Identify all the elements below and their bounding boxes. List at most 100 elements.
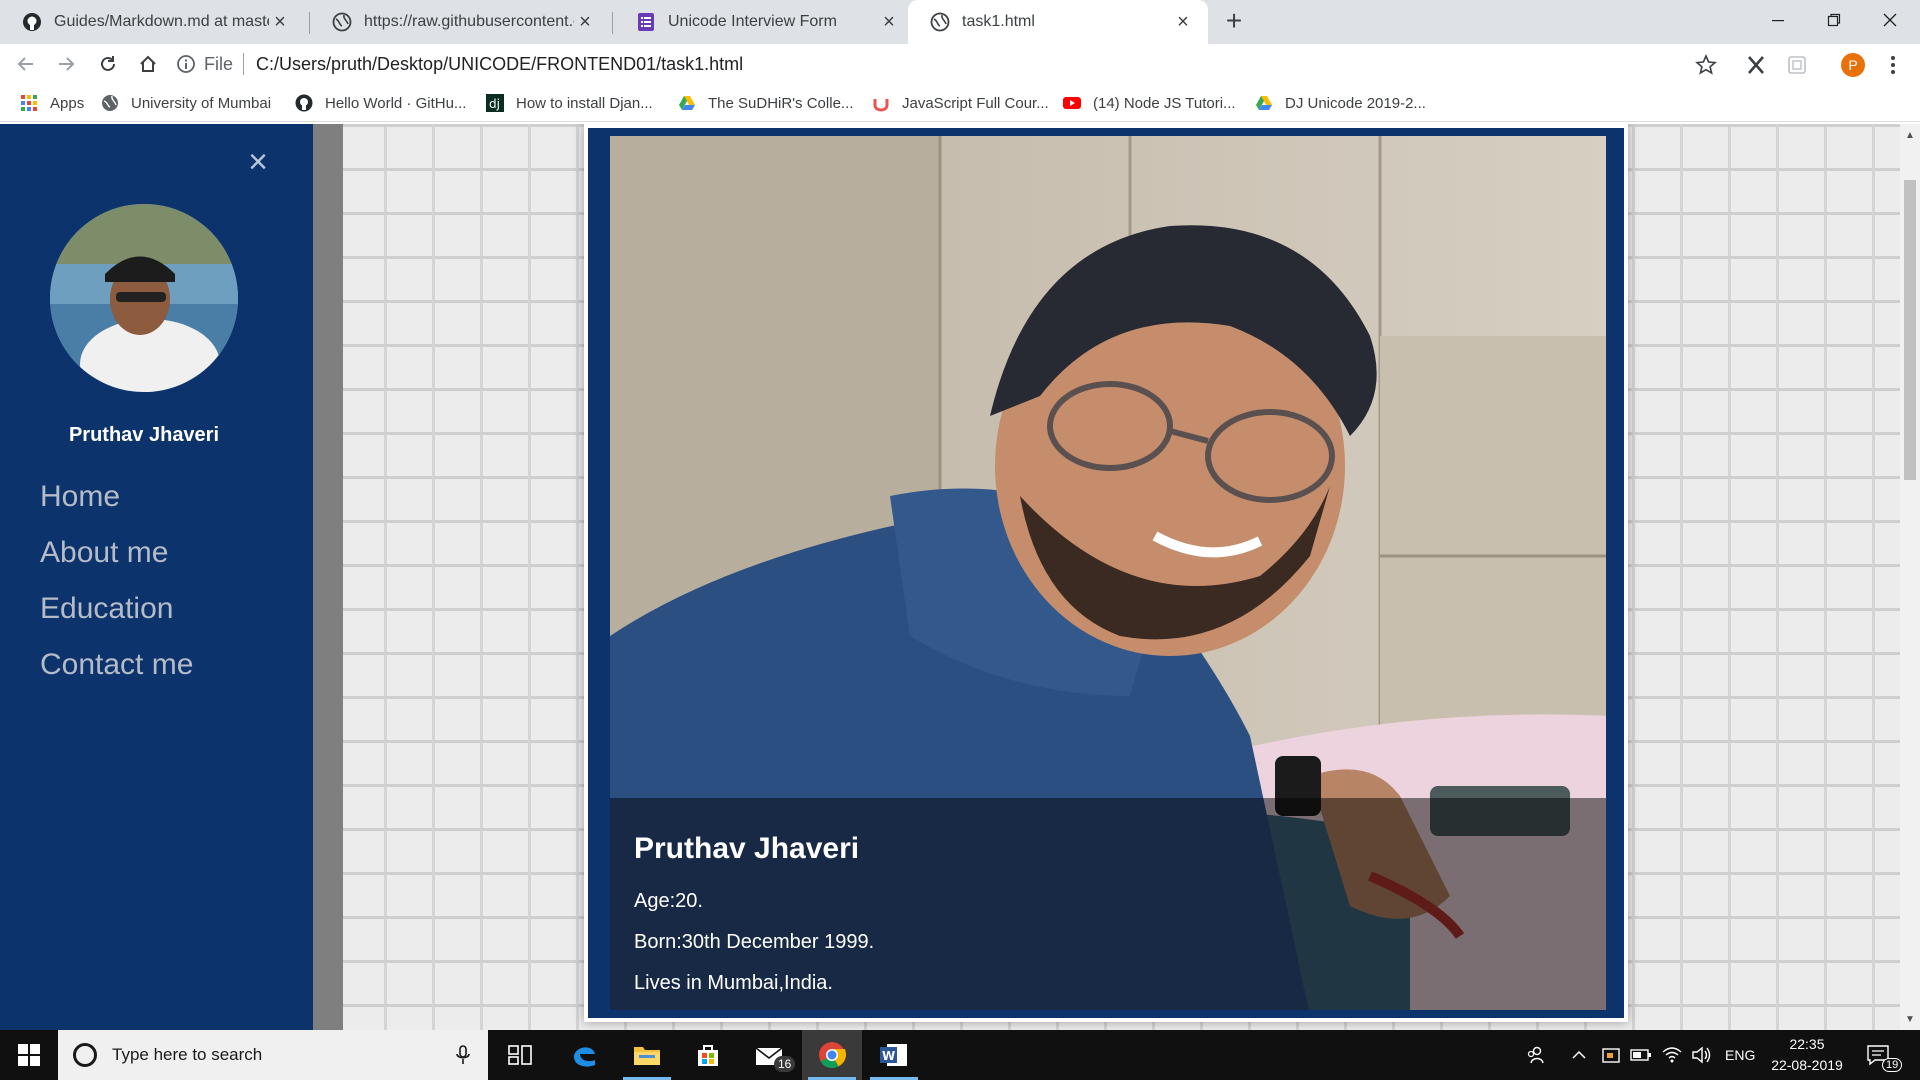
bookmark-label: How to install Djan...	[516, 94, 653, 112]
profile-avatar-button[interactable]: P	[1840, 52, 1866, 78]
taskbar-search-input[interactable]: Type here to search	[58, 1030, 488, 1080]
minimize-icon	[1772, 20, 1784, 22]
cortana-icon	[73, 1043, 97, 1067]
profile-photo: Pruthav Jhaveri Age:20. Born:30th Decemb…	[610, 136, 1606, 1010]
close-sidenav-button[interactable]: ×	[244, 145, 272, 179]
sidebar-item-education[interactable]: Education	[40, 592, 173, 626]
profile-card: Pruthav Jhaveri Age:20. Born:30th Decemb…	[584, 124, 1628, 1022]
bookmark-hello-world-github[interactable]: Hello World · GitHu...	[295, 90, 466, 116]
tab-unicode-interview-form[interactable]: Unicode Interview Form ×	[614, 0, 914, 44]
battery-button[interactable]	[1630, 1030, 1652, 1080]
github-icon	[295, 94, 313, 112]
profile-photo	[50, 204, 238, 392]
svg-text:dj: dj	[489, 97, 500, 111]
store-icon	[698, 1045, 718, 1066]
bookmark-label: (14) Node JS Tutori...	[1093, 94, 1236, 112]
taskbar-mail-button[interactable]: 16	[740, 1030, 800, 1080]
avatar: P	[1841, 53, 1865, 77]
bookmark-node-js-tutorial[interactable]: (14) Node JS Tutori...	[1063, 90, 1236, 116]
microphone-icon[interactable]	[454, 1044, 472, 1066]
clock-time: 22:35	[1789, 1036, 1825, 1052]
info-icon[interactable]	[176, 54, 196, 74]
home-icon	[140, 55, 156, 72]
caption-name: Pruthav Jhaveri	[634, 832, 860, 865]
taskbar-store-button[interactable]	[678, 1030, 738, 1080]
taskbar-clock[interactable]: 22:35 22-08-2019	[1752, 1034, 1862, 1076]
youtube-icon	[1063, 97, 1081, 109]
sidebar-item-about-me[interactable]: About me	[40, 536, 168, 570]
language-label: ENG	[1725, 1047, 1756, 1063]
taskbar-edge-button[interactable]	[554, 1030, 614, 1080]
tab-separator	[612, 12, 613, 34]
scroll-thumb[interactable]	[1904, 180, 1916, 480]
restore-icon	[1827, 13, 1841, 27]
task-view-button[interactable]	[490, 1030, 550, 1080]
globe-icon	[102, 95, 118, 111]
bookmark-label: Apps	[50, 94, 85, 112]
bookmark-label: Hello World · GitHu...	[325, 94, 467, 112]
home-button[interactable]	[134, 50, 162, 78]
tab-github-markdown[interactable]: Guides/Markdown.md at master ×	[0, 0, 305, 44]
globe-icon	[930, 12, 950, 32]
taskbar-chrome-button[interactable]	[802, 1030, 862, 1080]
tab-task1-html[interactable]: task1.html ×	[908, 0, 1208, 44]
bookmark-javascript-course[interactable]: JavaScript Full Cour...	[872, 90, 1049, 116]
battery-icon	[1630, 1049, 1651, 1061]
action-center-button[interactable]: 19	[1866, 1030, 1903, 1080]
scroll-down-arrow-icon[interactable]: ▼	[1900, 1014, 1920, 1028]
volume-button[interactable]	[1691, 1030, 1713, 1080]
language-indicator[interactable]: ENG	[1725, 1030, 1755, 1080]
close-tab-icon[interactable]: ×	[1172, 11, 1194, 33]
taskbar-word-button[interactable]: W	[864, 1030, 924, 1080]
forward-button[interactable]	[52, 50, 80, 78]
bookmark-install-django[interactable]: dj How to install Djan...	[486, 90, 653, 116]
close-icon	[1883, 13, 1897, 27]
minimize-button[interactable]	[1750, 0, 1806, 40]
sidebar-item-contact-me[interactable]: Contact me	[40, 648, 193, 682]
bookmark-label: University of Mumbai	[131, 94, 272, 112]
bookmark-sudhirs-collection[interactable]: The SuDHiR's Colle...	[678, 90, 853, 116]
close-tab-icon[interactable]: ×	[878, 11, 900, 33]
tab-title: Unicode Interview Form	[668, 13, 837, 30]
sidebar-item-home[interactable]: Home	[40, 480, 120, 514]
wifi-button[interactable]	[1661, 1030, 1683, 1080]
restore-button[interactable]	[1806, 0, 1862, 40]
browser-menu-button[interactable]	[1880, 52, 1906, 78]
close-tab-icon[interactable]: ×	[269, 11, 291, 33]
taskbar-file-explorer-button[interactable]	[617, 1030, 677, 1080]
reload-button[interactable]	[94, 50, 122, 78]
extension-icon	[1788, 56, 1806, 74]
page-scrollbar[interactable]: ▲ ▼	[1900, 124, 1920, 1030]
chevron-up-icon	[1572, 1050, 1586, 1059]
back-button[interactable]	[12, 50, 40, 78]
bookmark-star-button[interactable]	[1693, 52, 1719, 78]
address-bar[interactable]: File C:/Users/pruth/Desktop/UNICODE/FRON…	[176, 44, 1736, 84]
url-text[interactable]: C:/Users/pruth/Desktop/UNICODE/FRONTEND0…	[256, 54, 743, 75]
apps-grid-icon	[21, 95, 37, 111]
bookmarks-bar: Apps University of Mumbai Hello World · …	[0, 84, 1920, 122]
bookmark-dj-unicode[interactable]: DJ Unicode 2019-2...	[1255, 90, 1426, 116]
bookmark-apps[interactable]: Apps	[20, 90, 84, 116]
sidenav-shadow-gutter	[313, 124, 343, 1030]
bookmark-label: DJ Unicode 2019-2...	[1285, 94, 1426, 112]
close-window-button[interactable]	[1862, 0, 1918, 40]
notification-badge: 19	[1882, 1058, 1903, 1072]
x-extension-icon	[1748, 56, 1764, 74]
bookmark-university-of-mumbai[interactable]: University of Mumbai	[101, 90, 271, 116]
scroll-up-arrow-icon[interactable]: ▲	[1900, 130, 1920, 144]
page-viewport: × Pruthav Jhaveri Home About me Educatio…	[0, 124, 1900, 1030]
close-tab-icon[interactable]: ×	[574, 11, 596, 33]
word-icon: W	[880, 1044, 907, 1066]
start-button[interactable]	[0, 1030, 58, 1080]
new-tab-button[interactable]: +	[1220, 7, 1248, 36]
people-button[interactable]	[1526, 1030, 1546, 1080]
tab-raw-githubusercontent[interactable]: https://raw.githubusercontent.co ×	[310, 0, 610, 44]
tab-title: task1.html	[962, 13, 1035, 30]
profile-caption: Pruthav Jhaveri Age:20. Born:30th Decemb…	[610, 798, 1606, 1010]
star-icon	[1695, 54, 1717, 75]
tray-app-button[interactable]	[1601, 1030, 1621, 1080]
show-hidden-icons-button[interactable]	[1571, 1030, 1587, 1080]
extension-x-button[interactable]	[1743, 52, 1769, 78]
extension-button[interactable]	[1784, 52, 1810, 78]
task-view-icon	[508, 1045, 532, 1065]
